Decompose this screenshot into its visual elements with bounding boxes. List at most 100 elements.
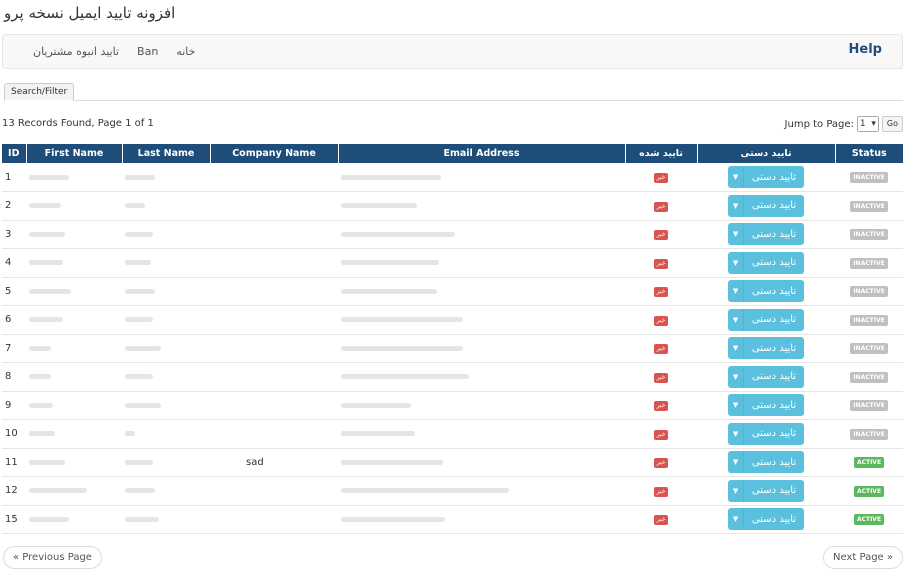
cell-id: 3 (2, 220, 26, 249)
redacted-text (341, 345, 463, 351)
cell-last-name (122, 362, 210, 392)
status-badge: INACTIVE (850, 172, 888, 183)
cell-verified: خیر (625, 220, 697, 249)
nav-links: تایید انبوه مشتریان Ban خانه (33, 45, 195, 58)
caret-down-icon[interactable]: ▼ (728, 194, 744, 217)
redacted-text (341, 488, 509, 494)
cell-status: INACTIVE (835, 191, 903, 221)
col-last-name[interactable]: Last Name (122, 144, 211, 163)
caret-down-icon[interactable]: ▼ (728, 308, 744, 331)
cell-last-name (122, 220, 210, 249)
nav-link-home[interactable]: خانه (176, 45, 195, 58)
cell-manual-verify: تایید دستی ▼ (697, 163, 835, 192)
cell-verified: خیر (625, 476, 697, 506)
caret-down-icon[interactable]: ▼ (728, 422, 744, 445)
manual-verify-button[interactable]: تایید دستی ▼ (728, 166, 804, 188)
caret-down-icon[interactable]: ▼ (728, 280, 744, 303)
caret-down-icon[interactable]: ▼ (728, 166, 744, 188)
cell-status: INACTIVE (835, 362, 903, 392)
manual-verify-button[interactable]: تایید دستی ▼ (728, 365, 804, 388)
caret-down-icon[interactable]: ▼ (728, 223, 744, 246)
nav-link-ban[interactable]: Ban (137, 45, 158, 58)
cell-company-name (210, 334, 338, 363)
verified-badge: خیر (653, 344, 669, 355)
cell-verified: خیر (625, 277, 697, 306)
col-manual-verify[interactable]: تایید دستی (697, 144, 836, 163)
cell-email-address (338, 476, 625, 506)
table-row: 15 خیر تایید دستی ▼ ACTIVE (2, 505, 903, 534)
manual-verify-label: تایید دستی (751, 342, 797, 354)
manual-verify-button[interactable]: تایید دستی ▼ (728, 194, 804, 217)
cell-manual-verify: تایید دستی ▼ (697, 391, 835, 420)
col-email-address[interactable]: Email Address (338, 144, 626, 163)
cell-manual-verify: تایید دستی ▼ (697, 334, 835, 363)
col-company-name[interactable]: Company Name (210, 144, 339, 163)
manual-verify-button[interactable]: تایید دستی ▼ (728, 451, 804, 474)
cell-status: INACTIVE (835, 334, 903, 363)
cell-manual-verify: تایید دستی ▼ (697, 248, 835, 278)
table-row: 11 sad خیر تایید دستی ▼ ACTIVE (2, 448, 903, 477)
col-id[interactable]: ID (2, 144, 27, 163)
caret-down-icon[interactable]: ▼ (728, 337, 744, 360)
cell-status: ACTIVE (835, 448, 903, 477)
go-button[interactable]: Go (881, 116, 903, 132)
cell-company-name (210, 220, 338, 249)
manual-verify-button[interactable]: تایید دستی ▼ (728, 422, 804, 445)
cell-first-name (26, 305, 122, 335)
cell-first-name (26, 220, 122, 249)
cell-verified: خیر (625, 391, 697, 420)
redacted-text (29, 516, 69, 522)
nav-link-bulk-verify[interactable]: تایید انبوه مشتریان (33, 45, 119, 58)
col-status[interactable]: Status (835, 144, 903, 163)
next-page-button[interactable]: Next Page » (823, 546, 903, 569)
manual-verify-button[interactable]: تایید دستی ▼ (728, 394, 804, 417)
caret-down-icon[interactable]: ▼ (728, 479, 744, 502)
redacted-text (29, 402, 53, 408)
redacted-text (29, 488, 87, 494)
redacted-text (29, 203, 61, 209)
manual-verify-button[interactable]: تایید دستی ▼ (728, 508, 804, 531)
page-select[interactable]: 1 ▾ (856, 116, 879, 132)
cell-manual-verify: تایید دستی ▼ (697, 220, 835, 249)
cell-last-name (122, 191, 210, 221)
manual-verify-button[interactable]: تایید دستی ▼ (728, 479, 804, 502)
verified-badge: خیر (653, 401, 669, 412)
manual-verify-label: تایید دستی (751, 399, 797, 411)
manual-verify-button[interactable]: تایید دستی ▼ (728, 337, 804, 360)
caret-down-icon[interactable]: ▼ (728, 251, 744, 274)
col-first-name[interactable]: First Name (26, 144, 123, 163)
cell-last-name (122, 163, 210, 192)
verified-badge: خیر (653, 230, 669, 241)
manual-verify-label: تایید دستی (751, 371, 797, 383)
caret-down-icon[interactable]: ▼ (728, 365, 744, 388)
status-badge: INACTIVE (850, 400, 888, 412)
redacted-text (125, 317, 153, 323)
cell-verified: خیر (625, 248, 697, 278)
manual-verify-label: تایید دستی (751, 200, 797, 212)
cell-verified: خیر (625, 362, 697, 392)
cell-company-name (210, 305, 338, 335)
redacted-text (341, 174, 441, 180)
manual-verify-button[interactable]: تایید دستی ▼ (728, 251, 804, 274)
cell-verified: خیر (625, 334, 697, 363)
manual-verify-label: تایید دستی (751, 285, 797, 297)
caret-down-icon[interactable]: ▼ (728, 508, 744, 531)
manual-verify-button[interactable]: تایید دستی ▼ (728, 223, 804, 246)
redacted-text (29, 459, 65, 465)
redacted-text (341, 203, 417, 209)
cell-id: 5 (2, 277, 26, 306)
status-badge: INACTIVE (850, 314, 888, 326)
manual-verify-button[interactable]: تایید دستی ▼ (728, 280, 804, 303)
tab-search-filter[interactable]: Search/Filter (4, 83, 75, 101)
cell-verified: خیر (625, 191, 697, 221)
cell-email-address (338, 305, 625, 335)
cell-first-name (26, 277, 122, 306)
caret-down-icon[interactable]: ▼ (728, 394, 744, 417)
caret-down-icon[interactable]: ▼ (728, 451, 744, 474)
manual-verify-button[interactable]: تایید دستی ▼ (728, 308, 804, 331)
previous-page-button[interactable]: « Previous Page (3, 546, 102, 569)
help-link[interactable]: Help (849, 42, 882, 57)
status-badge: ACTIVE (853, 514, 885, 526)
col-verified[interactable]: تایید شده (625, 144, 698, 163)
redacted-text (341, 231, 455, 237)
